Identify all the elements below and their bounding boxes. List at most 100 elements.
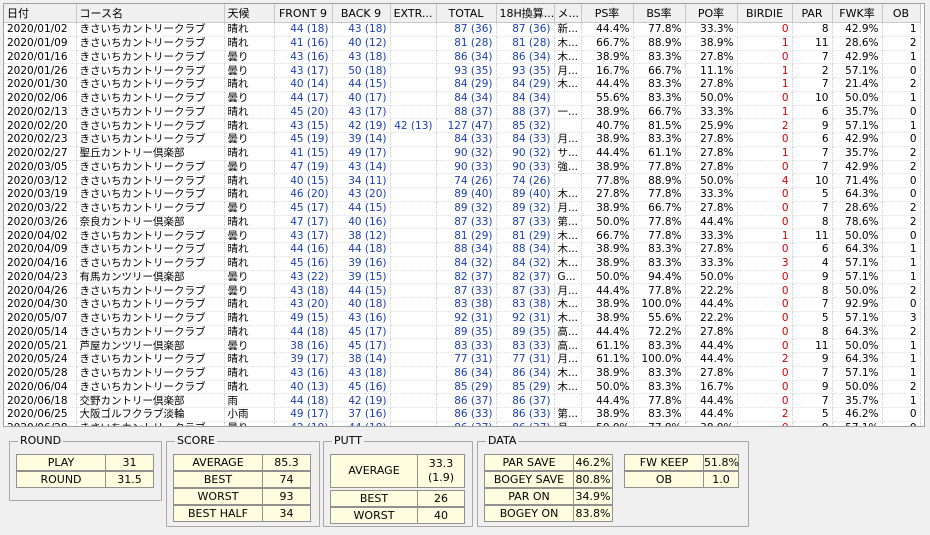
cell-total: 88 (37) (436, 105, 497, 120)
table-row[interactable]: 2020/02/23 きさいちカントリークラブ 曇り 45 (19) 39 (14) 84… (4, 132, 921, 147)
table-row[interactable]: 2020/04/23 有馬カンツリー倶楽部 曇り 43 (22) 39 (15) 82 (… (4, 270, 921, 285)
cell-converted18: 88 (37) (496, 105, 555, 120)
column-header-total[interactable]: TOTAL (436, 4, 497, 23)
column-header-back9[interactable]: BACK 9 (332, 4, 391, 23)
table-row[interactable]: 2020/04/30 きさいちカントリークラブ 晴れ 43 (20) 40 (18) 83… (4, 297, 921, 312)
cell-front9: 39 (17) (274, 352, 333, 367)
column-header-extra[interactable]: EXTR... (390, 4, 437, 23)
column-header-bs-rate[interactable]: BS率 (633, 4, 686, 23)
cell-memo: 月... (554, 63, 582, 78)
cell-ob: 1 (882, 22, 921, 37)
table-row[interactable]: 2020/04/26 きさいちカントリークラブ 曇り 43 (18) 44 (15) 87… (4, 283, 921, 298)
table-row[interactable]: 2020/04/02 きさいちカントリークラブ 曇り 43 (17) 38 (12) 81… (4, 228, 921, 243)
table-row[interactable]: 2020/06/25 大阪ゴルフクラブ淡輪 小雨 49 (17) 37 (16) 86 (… (4, 407, 921, 422)
parsave-value: 46.2% (573, 454, 613, 471)
cell-memo: 月... (554, 201, 582, 216)
cell-back9: 39 (15) (332, 270, 391, 285)
table-row[interactable]: 2020/01/09 きさいちカントリークラブ 晴れ 41 (16) 40 (12) 81… (4, 36, 921, 51)
table-row[interactable]: 2020/06/28きさいちカントリークラブ曇り42 (19)44 (18) 86… (4, 421, 921, 426)
cell-total: 127 (47) (436, 118, 497, 133)
column-header-birdie[interactable]: BIRDIE (737, 4, 793, 23)
table-row[interactable]: 2020/03/26 奈良カントリー倶楽部 晴れ 47 (17) 40 (16) 87 (… (4, 215, 921, 230)
table-row[interactable]: 2020/03/12 きさいちカントリークラブ 晴れ 40 (15) 34 (11) 74… (4, 173, 921, 188)
column-header-front9[interactable]: FRONT 9 (274, 4, 333, 23)
cell-course: きさいちカントリークラブ (76, 201, 225, 216)
cell-back9: 50 (18) (332, 63, 391, 78)
cell-total: 87 (33) (436, 215, 497, 230)
cell-back9: 42 (19) (332, 118, 391, 133)
table-row[interactable]: 2020/01/30 きさいちカントリークラブ 晴れ 40 (14) 44 (15) 84… (4, 77, 921, 92)
column-header-course[interactable]: コース名 (76, 4, 225, 23)
table-row[interactable]: 2020/06/18 交野カントリー倶楽部雨 44 (18) 42 (19) 86 (3… (4, 393, 921, 408)
cell-par: 11 (792, 228, 833, 243)
table-row[interactable]: 2020/05/24 きさいちカントリークラブ 晴れ 39 (17) 38 (14) 77… (4, 352, 921, 367)
cell-birdie: 0 (737, 366, 793, 381)
cell-back9: 34 (11) (332, 173, 391, 188)
cell-ps-rate: 66.7% (581, 36, 634, 51)
table-row[interactable]: 2020/06/04 きさいちカントリークラブ 晴れ 40 (13) 45 (16) 85… (4, 380, 921, 395)
cell-memo: サ... (554, 146, 582, 161)
cell-extra (390, 187, 437, 202)
column-header-converted18[interactable]: 18H換算... (496, 4, 555, 23)
cell-weather: 曇り (224, 228, 275, 243)
cell-total: 92 (31) (436, 311, 497, 326)
cell-ob: 1 (882, 393, 921, 408)
cell-memo: 第... (554, 407, 582, 422)
cell-extra (390, 366, 437, 381)
round-history-grid[interactable]: 日付 コース名 天候 FRONT 9 BACK 9 EXTR... TOTAL 18H換算..… (3, 3, 925, 427)
table-row[interactable]: 2020/04/16 きさいちカントリークラブ 晴れ 45 (16) 39 (16) 84… (4, 256, 921, 271)
cell-ps-rate: 38.9% (581, 50, 634, 65)
column-header-memo[interactable]: メ... (554, 4, 582, 23)
cell-weather: 曇り (224, 270, 275, 285)
cell-memo: 木... (554, 187, 582, 202)
table-row[interactable]: 2020/01/16 きさいちカントリークラブ 曇り 43 (16) 43 (18) 86… (4, 50, 921, 65)
table-row[interactable]: 2020/02/06 きさいちカントリークラブ 曇り 44 (17) 40 (17) 84… (4, 91, 921, 106)
cell-bs-rate: 77.8% (633, 283, 686, 298)
parsave-label: PAR SAVE (484, 454, 574, 471)
column-header-ob[interactable]: OB (882, 4, 921, 23)
cell-front9: 47 (19) (274, 160, 333, 175)
cell-ob: 0 (882, 421, 921, 426)
paron-value: 34.9% (573, 488, 613, 505)
cell-date: 2020/05/24 (4, 352, 77, 367)
table-row[interactable]: 2020/01/02 きさいちカントリークラブ 晴れ 44 (18) 43 (18) 87… (4, 22, 921, 37)
cell-back9: 44 (15) (332, 201, 391, 216)
cell-ps-rate: 38.9% (581, 256, 634, 271)
table-row[interactable]: 2020/05/28 きさいちカントリークラブ 晴れ 43 (16) 43 (18) 86… (4, 366, 921, 381)
cell-po-rate: 50.0% (685, 270, 738, 285)
table-row[interactable]: 2020/03/22 きさいちカントリークラブ 曇り 45 (17) 44 (15) 89… (4, 201, 921, 216)
table-row[interactable]: 2020/05/07 きさいちカントリークラブ 晴れ 49 (15) 43 (16) 92… (4, 311, 921, 326)
cell-back9: 39 (14) (332, 132, 391, 147)
cell-po-rate: 27.8% (685, 146, 738, 161)
cell-extra (390, 91, 437, 106)
table-row[interactable]: 2020/01/26 きさいちカントリークラブ 曇り 43 (17) 50 (18) 93… (4, 63, 921, 78)
cell-fwk-rate: 42.9% (832, 22, 883, 37)
table-row[interactable]: 2020/02/20 きさいちカントリークラブ 晴れ 43 (15) 42 (19) 42… (4, 118, 921, 133)
column-header-ps-rate[interactable]: PS率 (581, 4, 634, 23)
table-row[interactable]: 2020/03/19 きさいちカントリークラブ 晴れ 46 (20) 43 (20) 89… (4, 187, 921, 202)
cell-extra (390, 297, 437, 312)
cell-birdie: 0 (737, 297, 793, 312)
table-row[interactable]: 2020/04/09 きさいちカントリークラブ 晴れ 44 (16) 44 (18) 88… (4, 242, 921, 257)
putt-best-value: 26 (417, 490, 465, 507)
table-row[interactable]: 2020/03/05 きさいちカントリークラブ 曇り 47 (19) 43 (14) 90… (4, 160, 921, 175)
cell-weather: 晴れ (224, 173, 275, 188)
column-header-weather[interactable]: 天候 (224, 4, 275, 23)
table-row[interactable]: 2020/02/13 きさいちカントリークラブ 晴れ 45 (20) 43 (17) 88… (4, 105, 921, 120)
cell-weather: 曇り (224, 283, 275, 298)
cell-fwk-rate: 78.6% (832, 215, 883, 230)
cell-weather: 晴れ (224, 366, 275, 381)
cell-ps-rate: 44.4% (581, 77, 634, 92)
table-row[interactable]: 2020/02/27 聖丘カントリー倶楽部 晴れ 41 (15) 49 (17) 90 (… (4, 146, 921, 161)
table-row[interactable]: 2020/05/21 芦屋カンツリー倶楽部 曇り 38 (16) 45 (17) 83 (… (4, 338, 921, 353)
column-header-po-rate[interactable]: PO率 (685, 4, 738, 23)
cell-memo: 強... (554, 160, 582, 175)
cell-ps-rate: 61.1% (581, 352, 634, 367)
cell-fwk-rate: 28.6% (832, 201, 883, 216)
table-row[interactable]: 2020/05/14 きさいちカントリークラブ 晴れ 44 (18) 45 (17) 89… (4, 325, 921, 340)
cell-front9: 41 (15) (274, 146, 333, 161)
cell-ps-rate: 38.9% (581, 297, 634, 312)
column-header-fwk-rate[interactable]: FWK率 (832, 4, 883, 23)
column-header-par[interactable]: PAR (792, 4, 833, 23)
column-header-date[interactable]: 日付 (4, 4, 77, 23)
